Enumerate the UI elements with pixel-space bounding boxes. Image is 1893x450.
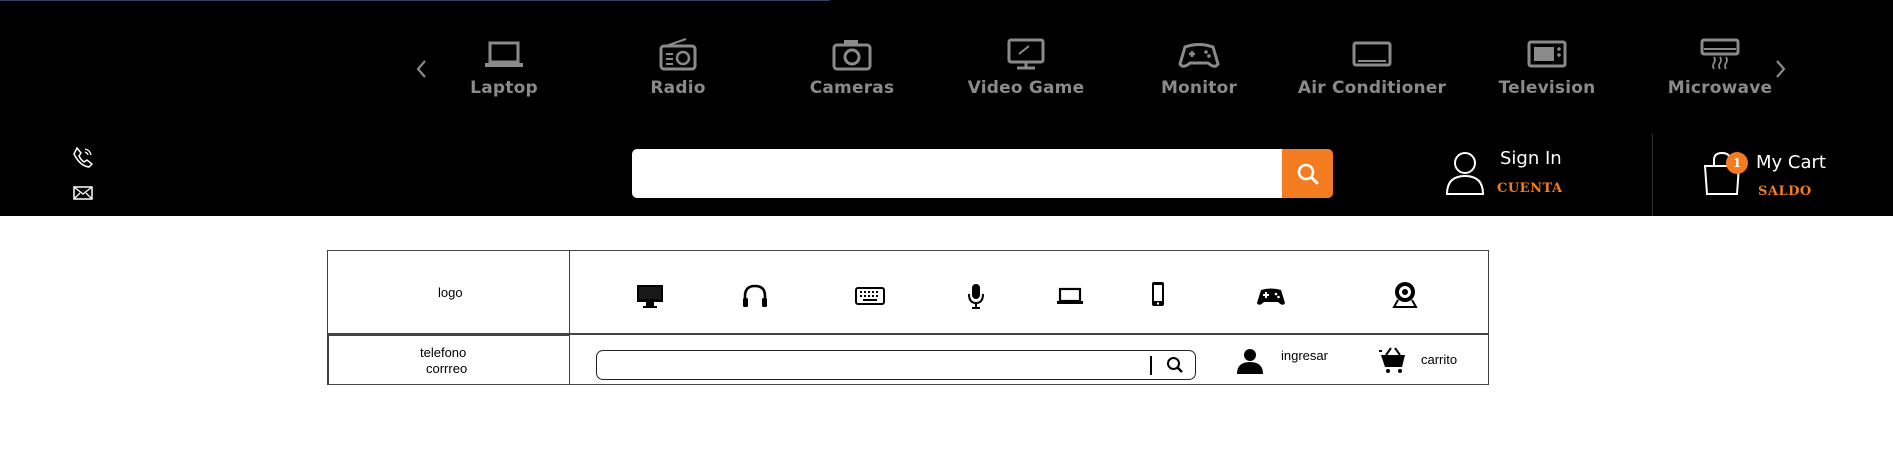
webcam-icon (1392, 282, 1418, 308)
wireframe-search-divider (1150, 356, 1152, 375)
wireframe-cart-label[interactable]: carrito (1421, 352, 1457, 367)
camera-icon (832, 40, 872, 71)
phone-icon[interactable] (72, 146, 94, 168)
radio-icon (659, 38, 697, 71)
laptop-icon (485, 41, 523, 67)
category-microwave[interactable]: Microwave (1645, 36, 1795, 98)
category-label: Television (1498, 78, 1596, 98)
category-video-game[interactable]: Video Game (951, 36, 1101, 98)
search-input[interactable] (632, 149, 1282, 198)
mail-icon[interactable] (72, 182, 94, 204)
cart-balance-label: SALDO (1758, 184, 1812, 199)
shopping-basket-icon[interactable] (1378, 345, 1408, 375)
category-monitor[interactable]: Monitor (1124, 36, 1274, 98)
category-label: Laptop (470, 78, 538, 98)
chevron-left-icon (416, 60, 426, 78)
search-button[interactable] (1282, 149, 1333, 198)
category-label: Air Conditioner (1297, 78, 1447, 98)
television-icon (1527, 40, 1567, 68)
user-icon[interactable] (1444, 150, 1486, 196)
category-label: Monitor (1160, 78, 1238, 98)
air-conditioner-icon (1352, 41, 1392, 67)
wireframe-phone-label: telefono (420, 345, 467, 360)
search-field[interactable] (632, 149, 1282, 198)
category-label: Cameras (809, 78, 895, 98)
microphone-icon (968, 284, 984, 309)
category-radio[interactable]: Radio (603, 36, 753, 98)
headphones-icon (743, 284, 767, 307)
cart-count-badge: 1 (1726, 152, 1748, 174)
wireframe-divider (327, 333, 1489, 335)
gamepad-icon (1257, 288, 1285, 305)
category-label: Video Game (967, 78, 1085, 98)
top-divider (0, 0, 830, 1)
category-label: Microwave (1667, 78, 1773, 98)
wireframe-contact-cell (328, 335, 570, 385)
account-label: CUENTA (1497, 181, 1563, 196)
wireframe-search-input[interactable] (596, 350, 1196, 380)
wireframe-logo: logo (438, 285, 463, 300)
my-cart-link[interactable]: My Cart (1756, 152, 1826, 173)
category-laptop[interactable]: Laptop (429, 36, 579, 98)
wireframe-login-label[interactable]: ingresar (1281, 348, 1328, 363)
microwave-icon (1700, 38, 1740, 70)
user-icon[interactable] (1236, 347, 1264, 375)
laptop-icon (1057, 287, 1083, 304)
monitor-game-icon (1007, 38, 1045, 70)
category-air-conditioner[interactable]: Air Conditioner (1297, 36, 1447, 98)
category-label: Radio (650, 78, 706, 98)
smartphone-icon (1152, 282, 1164, 306)
sign-in-link[interactable]: Sign In (1500, 148, 1562, 169)
keyboard-icon (855, 287, 885, 305)
search-icon (1297, 163, 1318, 184)
wireframe-icons-cell (569, 250, 1489, 335)
gamepad-icon (1178, 43, 1220, 68)
carousel-prev-button[interactable] (411, 57, 431, 81)
desktop-icon (637, 285, 663, 308)
category-cameras[interactable]: Cameras (777, 36, 927, 98)
category-television[interactable]: Television (1472, 36, 1622, 98)
wireframe-email-label: corrreo (426, 361, 468, 376)
divider (1652, 134, 1653, 216)
search-icon[interactable] (1166, 356, 1184, 374)
